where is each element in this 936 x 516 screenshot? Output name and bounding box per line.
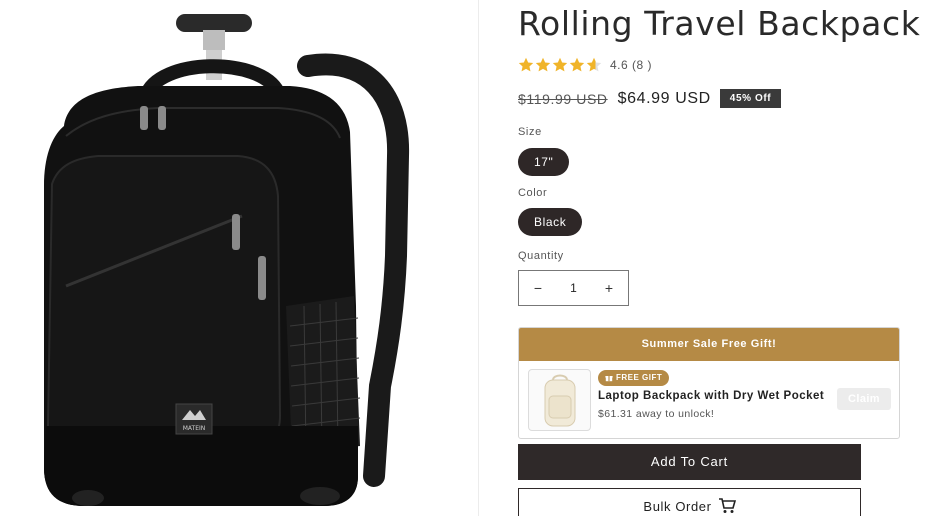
color-option-selected[interactable]: Black	[518, 208, 583, 236]
star-icon	[518, 57, 534, 72]
add-to-cart-button[interactable]: Add To Cart	[518, 444, 861, 480]
original-price: $119.99 USD	[518, 90, 608, 107]
gift-icon	[605, 375, 613, 382]
product-image[interactable]: MATEIN	[28, 6, 418, 511]
star-icon	[535, 57, 551, 72]
product-info: Rolling Travel Backpack 4.6 (8 ) $119.99…	[518, 0, 921, 516]
gift-progress-text: $61.31 away to unlock!	[598, 408, 715, 420]
product-title: Rolling Travel Backpack	[518, 4, 921, 43]
media-divider	[478, 0, 479, 516]
bulk-order-button[interactable]: Bulk Order	[518, 488, 861, 516]
quantity-stepper: − 1 +	[518, 270, 629, 306]
rating-text: 4.6 (8 )	[610, 58, 653, 72]
brand-logo-text: MATEIN	[183, 425, 206, 432]
size-option-selected[interactable]: 17"	[518, 148, 570, 176]
star-half-icon	[586, 57, 602, 72]
quantity-label: Quantity	[518, 250, 564, 262]
gift-card: Summer Sale Free Gift! FREE GIFT Laptop …	[518, 327, 900, 439]
plus-icon[interactable]: +	[600, 280, 618, 296]
quantity-input[interactable]: 1	[570, 281, 577, 295]
star-icon	[552, 57, 568, 72]
bulk-order-label: Bulk Order	[643, 498, 712, 514]
cart-icon	[718, 498, 736, 513]
claim-button[interactable]: Claim	[837, 388, 891, 410]
size-label: Size	[518, 126, 542, 138]
color-label: Color	[518, 187, 548, 199]
gift-image	[528, 369, 591, 431]
rating-stars	[518, 57, 602, 73]
product-media: MATEIN	[0, 0, 478, 516]
product-rating[interactable]: 4.6 (8 )	[518, 57, 652, 73]
gift-header: Summer Sale Free Gift!	[519, 328, 899, 361]
free-gift-tag: FREE GIFT	[598, 370, 670, 386]
minus-icon[interactable]: −	[529, 280, 547, 296]
price-row: $119.99 USD $64.99 USD 45% Off	[518, 89, 782, 108]
gift-product-name: Laptop Backpack with Dry Wet Pocket	[598, 390, 825, 402]
sale-price: $64.99 USD	[617, 89, 711, 107]
discount-badge: 45% Off	[719, 89, 782, 108]
star-icon	[569, 57, 585, 72]
free-gift-tag-label: FREE GIFT	[616, 373, 663, 382]
